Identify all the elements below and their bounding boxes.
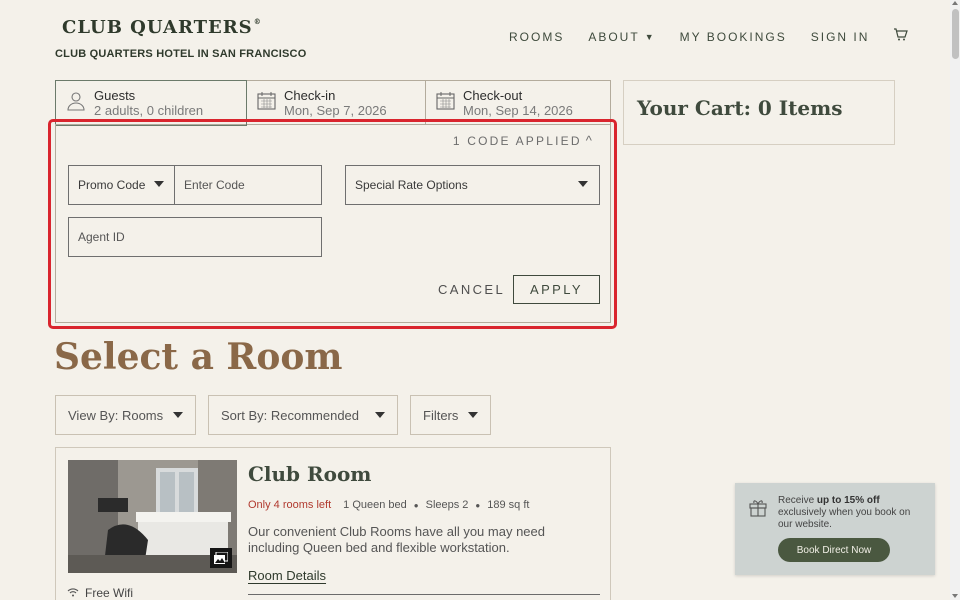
nav-about[interactable]: ABOUT ▼ — [588, 30, 655, 44]
room-description: Our convenient Club Rooms have all you m… — [248, 524, 545, 555]
filters-dropdown[interactable]: Filters — [410, 395, 491, 435]
highlight-outline — [48, 119, 617, 329]
checkout-label: Check-out — [463, 87, 523, 103]
amenity-item: Free Wifi — [67, 586, 133, 600]
bullet-icon: ● — [413, 500, 419, 510]
nav-sign-in[interactable]: SIGN IN — [811, 30, 870, 44]
guests-value: 2 adults, 0 children — [94, 103, 204, 118]
checkin-label: Check-in — [284, 87, 336, 103]
gift-icon — [748, 497, 768, 522]
scroll-up-arrow-icon[interactable] — [952, 1, 958, 5]
toast-message: Receive up to 15% off exclusively when y… — [778, 495, 911, 530]
cart-summary: Your Cart: 0 Items — [623, 80, 895, 145]
room-card: Club Room Only 4 rooms left 1 Queen bed … — [55, 447, 611, 600]
calendar-icon — [436, 91, 455, 115]
checkin-selector[interactable]: Check-in Mon, Sep 7, 2026 — [247, 81, 426, 124]
bullet-icon: ● — [475, 500, 481, 510]
room-meta: Only 4 rooms left 1 Queen bed ● Sleeps 2… — [248, 499, 529, 511]
availability-text: Only 4 rooms left — [248, 499, 332, 511]
cart-title: Your Cart: 0 Items — [637, 96, 843, 120]
main-nav: ROOMS ABOUT ▼ MY BOOKINGS SIGN IN — [509, 28, 909, 46]
nav-my-bookings[interactable]: MY BOOKINGS — [680, 30, 787, 44]
hotel-name: CLUB QUARTERS HOTEL IN SAN FRANCISCO — [55, 48, 307, 60]
sleeps-info: Sleeps 2 — [425, 499, 469, 511]
caret-down-icon: ▼ — [644, 32, 656, 42]
cart-icon[interactable] — [893, 28, 909, 46]
book-direct-button[interactable]: Book Direct Now — [778, 538, 890, 562]
guests-label: Guests — [94, 88, 136, 103]
view-by-dropdown[interactable]: View By: Rooms — [55, 395, 196, 435]
room-photo[interactable] — [68, 460, 237, 573]
person-icon — [66, 91, 86, 116]
divider — [248, 594, 600, 595]
room-details-link[interactable]: Room Details — [248, 568, 326, 583]
wifi-icon — [67, 586, 79, 600]
checkout-selector[interactable]: Check-out Mon, Sep 14, 2026 — [426, 81, 611, 124]
sort-by-dropdown[interactable]: Sort By: Recommended — [208, 395, 398, 435]
nav-rooms[interactable]: ROOMS — [509, 30, 564, 44]
room-size: 189 sq ft — [487, 499, 530, 511]
triangle-down-icon — [173, 412, 183, 418]
scroll-down-arrow-icon[interactable] — [952, 594, 958, 598]
calendar-icon — [257, 91, 276, 115]
gallery-icon[interactable] — [210, 548, 232, 568]
logo[interactable]: CLUB QUARTERS® — [62, 17, 262, 38]
book-direct-toast: Receive up to 15% off exclusively when y… — [735, 483, 935, 575]
triangle-down-icon — [468, 412, 478, 418]
triangle-down-icon — [375, 412, 385, 418]
page-title: Select a Room — [54, 336, 343, 378]
room-name: Club Room — [248, 462, 372, 486]
scrollbar[interactable] — [950, 0, 960, 600]
checkout-value: Mon, Sep 14, 2026 — [463, 102, 573, 118]
bed-info: 1 Queen bed — [343, 499, 407, 511]
scroll-thumb[interactable] — [952, 9, 959, 59]
checkin-value: Mon, Sep 7, 2026 — [284, 102, 387, 118]
